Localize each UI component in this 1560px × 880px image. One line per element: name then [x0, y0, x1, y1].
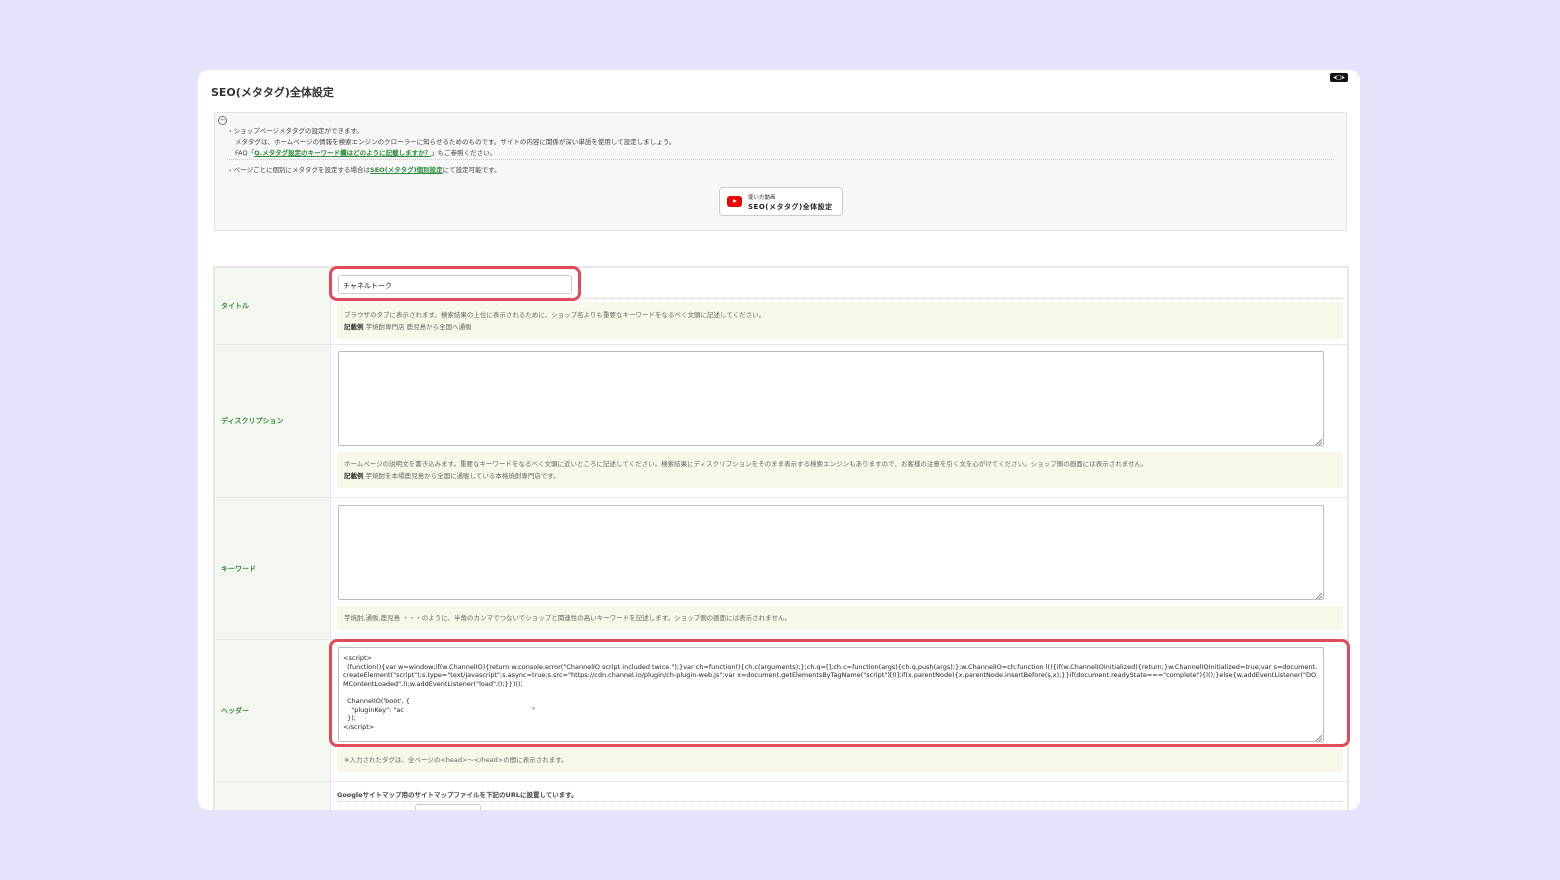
- info-text: にて設定可能です。: [442, 166, 501, 174]
- collapse-icon[interactable]: −: [218, 116, 227, 125]
- label-description: ディスクリプション: [215, 345, 331, 497]
- expand-icon[interactable]: ◂□▸: [1330, 73, 1348, 82]
- settings-panel: ◂□▸ SEO(メタタグ)全体設定 − › ショップページメタタグの設定ができま…: [198, 70, 1360, 810]
- faq-suffix: 」もご参照ください。: [431, 149, 497, 157]
- example-text: 芋焼酎を本場鹿児島から全国に通販している本格焼酎専門店です。: [365, 472, 560, 480]
- info-text: ショップページメタタグの設定ができます。: [233, 127, 363, 135]
- divider: [227, 159, 1334, 160]
- info-line: › ショップページメタタグの設定ができます。: [229, 127, 363, 135]
- video-button[interactable]: 使い方動画 SEO(メタタグ)全体設定: [719, 187, 843, 216]
- faq-link[interactable]: Q.メタタグ設定のキーワード欄はどのように記載しますか？: [254, 149, 431, 157]
- resize-handle[interactable]: [1316, 593, 1322, 599]
- header-note: ※入力されたタグは、全ページの<head>〜</head>の間に表示されます。: [337, 748, 1343, 772]
- highlight-title: [329, 266, 581, 301]
- sitemap-note: Googleサイトマップ用のサイトマップファイルを下記のURLに設置しています。: [337, 791, 578, 799]
- keywords-textarea[interactable]: [338, 505, 1324, 600]
- info-faq: FAQ「Q.メタタグ設定のキーワード欄はどのように記載しますか？」もご参照くださ…: [235, 147, 496, 157]
- faq-prefix: FAQ「: [235, 149, 255, 157]
- info-line: › ページごとに個別にメタタグを設定する場合はSEO(メタタグ)個別設定にて設定…: [229, 166, 501, 174]
- example-label: 記載例: [344, 323, 364, 331]
- note-text: ホームページの説明文を書き込みます。重要なキーワードをなるべく文頭に近いところに…: [344, 460, 1148, 468]
- example-text: 芋焼酎専門店 鹿児島から全国へ通販: [365, 323, 472, 331]
- description-textarea[interactable]: [338, 351, 1324, 446]
- title-note: ブラウザのタブに表示されます。検索結果の上位に表示されるために、ショップ名よりも…: [337, 303, 1343, 339]
- info-box: − › ショップページメタタグの設定ができます。 メタタグは、ホームページの情報…: [214, 112, 1347, 231]
- info-text: ページごとに個別にメタタグを設定する場合は: [233, 166, 371, 174]
- highlight-header: [329, 639, 1350, 747]
- row-description: ディスクリプション ホームページの説明文を書き込みます。重要なキーワードをなるべ…: [215, 345, 1347, 498]
- description-note: ホームページの説明文を書き込みます。重要なキーワードをなるべく文頭に近いところに…: [337, 452, 1343, 488]
- label-header: ヘッダー: [215, 640, 331, 781]
- page-title: SEO(メタタグ)全体設定: [211, 86, 334, 99]
- individual-settings-link[interactable]: SEO(メタタグ)個別設定: [370, 166, 443, 174]
- divider: [337, 801, 1343, 802]
- video-caption: 使い方動画: [748, 195, 776, 201]
- label-keywords: キーワード: [215, 498, 331, 639]
- example-label: 記載例: [344, 472, 364, 480]
- resize-handle[interactable]: [1316, 439, 1322, 445]
- sitemap-url-field[interactable]: [415, 804, 481, 810]
- row-sitemap: Googleサイトマップ用のサイトマップファイルを下記のURLに設置しています。: [215, 782, 1347, 810]
- label-title: タイトル: [215, 268, 331, 344]
- label-sitemap: [215, 782, 331, 810]
- youtube-icon: [727, 196, 742, 207]
- info-line: メタタグは、ホームページの情報を検索エンジンのクローラーに知らせるためのものです…: [235, 138, 676, 146]
- keywords-note: 芋焼酎,通販,鹿児島 ・・・のように、半角のカンマでつないでショップと関連性の高…: [337, 606, 1343, 630]
- note-text: ブラウザのタブに表示されます。検索結果の上位に表示されるために、ショップ名よりも…: [344, 311, 766, 319]
- row-keywords: キーワード 芋焼酎,通販,鹿児島 ・・・のように、半角のカンマでつないでショップ…: [215, 498, 1347, 640]
- video-title: SEO(メタタグ)全体設定: [748, 203, 833, 211]
